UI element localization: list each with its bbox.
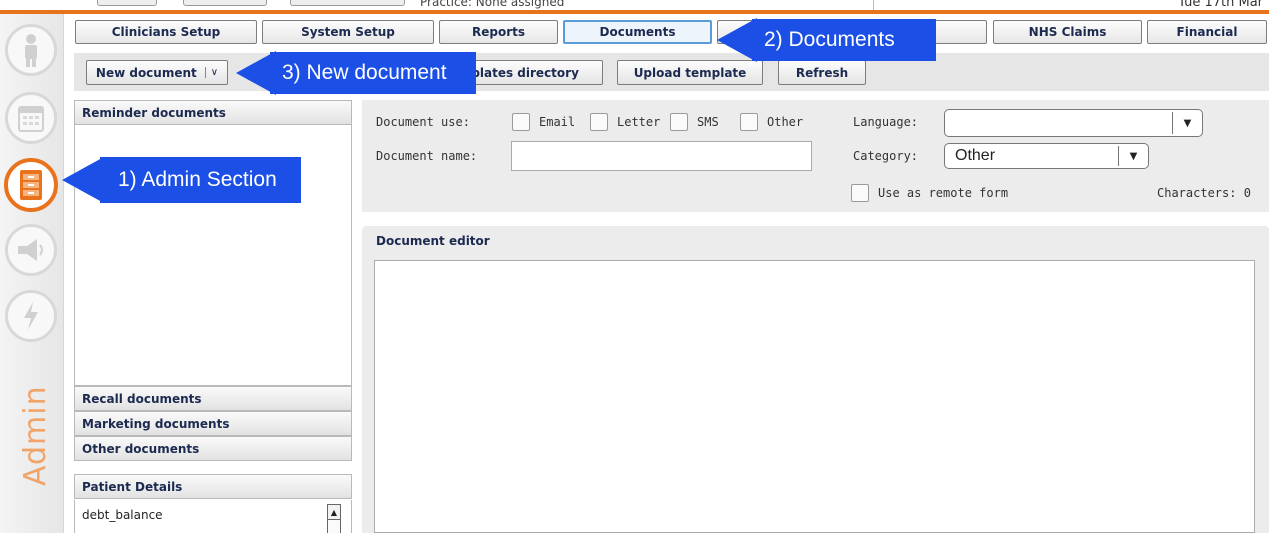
tab-system-setup[interactable]: System Setup xyxy=(262,20,434,44)
header-divider xyxy=(873,0,874,10)
header-button[interactable] xyxy=(183,0,267,6)
admin-section-label: Admin xyxy=(18,385,53,486)
practice-text: Practice: None assigned xyxy=(420,0,565,9)
scroll-up-icon[interactable]: ▲ xyxy=(327,504,341,520)
callout-admin-section: 1) Admin Section xyxy=(100,157,301,203)
megaphone-icon[interactable] xyxy=(5,224,57,276)
callout-arrow xyxy=(62,158,102,202)
tab-documents[interactable]: Documents xyxy=(563,20,712,44)
marketing-documents-header[interactable]: Marketing documents xyxy=(74,411,352,436)
remote-form-label: Use as remote form xyxy=(878,186,1009,200)
tab-financial[interactable]: Financial xyxy=(1147,20,1267,44)
document-editor[interactable] xyxy=(374,260,1255,533)
document-use-label: Document use: xyxy=(376,115,470,129)
admin-icon[interactable] xyxy=(4,158,58,212)
callout-documents: 2) Documents xyxy=(752,19,936,61)
sms-label: SMS xyxy=(697,115,719,129)
characters-count: Characters: 0 xyxy=(1157,186,1251,200)
language-select[interactable]: ▼ xyxy=(944,109,1203,137)
category-select[interactable]: Other ▼ xyxy=(944,143,1149,169)
other-label: Other xyxy=(767,115,804,129)
other-documents-header[interactable]: Other documents xyxy=(74,436,352,461)
tab-reports[interactable]: Reports xyxy=(439,20,558,44)
letter-label: Letter xyxy=(617,115,661,129)
chevron-down-icon[interactable]: ∨ xyxy=(204,67,218,78)
header-button[interactable] xyxy=(290,0,405,6)
patient-details-list: debt_balance ▲ xyxy=(74,500,352,533)
person-icon[interactable] xyxy=(5,24,57,76)
list-item[interactable]: debt_balance xyxy=(82,508,163,522)
document-name-input[interactable] xyxy=(511,141,812,171)
date-text: Tue 17th Mar xyxy=(1178,0,1263,10)
chevron-down-icon[interactable]: ▼ xyxy=(1118,146,1148,166)
remote-form-checkbox[interactable] xyxy=(851,184,869,202)
new-document-button[interactable]: New document ∨ xyxy=(86,60,228,85)
document-name-label: Document name: xyxy=(376,149,478,163)
sms-checkbox[interactable] xyxy=(670,113,688,131)
email-label: Email xyxy=(539,115,576,129)
category-value: Other xyxy=(955,147,996,164)
letter-checkbox[interactable] xyxy=(590,113,608,131)
email-checkbox[interactable] xyxy=(512,113,530,131)
callout-arrow xyxy=(717,18,757,62)
upload-template-button[interactable]: Upload template xyxy=(617,60,763,85)
recall-documents-header[interactable]: Recall documents xyxy=(74,386,352,411)
refresh-button[interactable]: Refresh xyxy=(778,60,866,85)
patient-details-header[interactable]: Patient Details xyxy=(74,474,352,499)
header-button[interactable] xyxy=(97,0,157,6)
lightning-icon[interactable] xyxy=(5,290,57,342)
reminder-documents-header[interactable]: Reminder documents xyxy=(74,100,352,125)
scrollbar[interactable] xyxy=(327,520,341,533)
tab-clinicians-setup[interactable]: Clinicians Setup xyxy=(75,20,257,44)
language-label: Language: xyxy=(853,115,919,129)
document-editor-title: Document editor xyxy=(376,234,490,248)
callout-new-document: 3) New document xyxy=(270,52,476,94)
orange-rule xyxy=(0,10,1269,14)
new-document-label: New document xyxy=(95,65,197,80)
left-rail: Admin xyxy=(0,14,64,533)
category-label: Category: xyxy=(853,149,919,163)
chevron-down-icon[interactable]: ▼ xyxy=(1172,112,1202,134)
calendar-icon[interactable] xyxy=(5,92,57,144)
other-checkbox[interactable] xyxy=(740,113,758,131)
tab-nhs-claims[interactable]: NHS Claims xyxy=(993,20,1142,44)
